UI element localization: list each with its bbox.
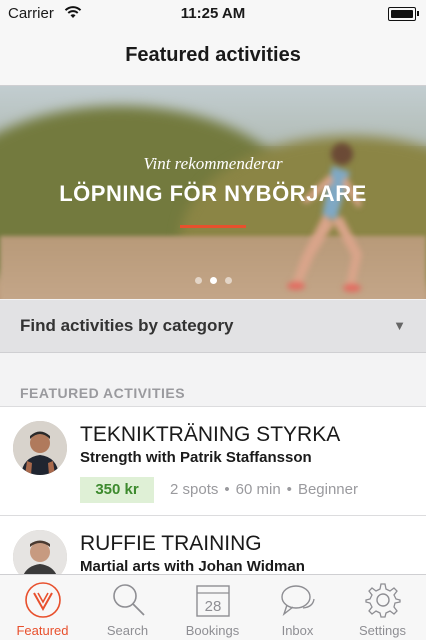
caret-down-icon: ▼: [393, 318, 406, 333]
activity-subtitle: Martial arts with Johan Widman: [80, 558, 305, 575]
navigation-bar: Featured activities: [0, 26, 426, 86]
hero-title: LÖPNING FÖR NYBÖRJARE: [59, 181, 367, 206]
category-label: Find activities by category: [20, 316, 234, 335]
tab-inbox[interactable]: Inbox: [255, 575, 340, 640]
hero-accent-bar: [180, 225, 246, 228]
spots-label: 2 spots: [170, 481, 219, 498]
activity-title: RUFFIE TRAINING: [80, 532, 262, 555]
tab-search[interactable]: Search: [85, 575, 170, 640]
page-title: Featured activities: [125, 44, 301, 66]
avatar: [13, 530, 67, 576]
battery-icon: [388, 7, 419, 21]
avatar: [13, 421, 67, 475]
tab-label: Bookings: [185, 623, 240, 638]
calendar-icon: 28: [196, 585, 230, 617]
tab-bookings[interactable]: 28 Bookings: [170, 575, 255, 640]
page-dot-active[interactable]: [209, 277, 217, 284]
tab-settings[interactable]: Settings: [340, 575, 425, 640]
hero-subtitle: Vint rekommenderar: [143, 154, 283, 173]
tab-featured[interactable]: Featured: [0, 575, 85, 640]
chat-bubbles-icon: [281, 585, 315, 616]
price-badge: 350 kr: [80, 477, 154, 503]
separator-dot: •: [286, 481, 292, 498]
tab-label: Settings: [359, 623, 406, 638]
gear-icon: [365, 583, 401, 618]
hero-banner[interactable]: Vint rekommenderar LÖPNING FÖR NYBÖRJARE: [0, 86, 426, 299]
vint-logo-icon: [25, 582, 61, 618]
search-icon: [113, 584, 145, 616]
status-bar: Carrier 11:25 AM: [0, 0, 426, 26]
tab-label: Inbox: [281, 623, 314, 638]
activity-card[interactable]: TEKNIKTRÄNING STYRKA Strength with Patri…: [0, 406, 426, 515]
duration-label: 60 min: [235, 481, 281, 498]
activity-subtitle: Strength with Patrik Staffansson: [80, 449, 312, 466]
page-dot[interactable]: [194, 277, 202, 284]
section-header: FEATURED ACTIVITIES: [20, 385, 186, 401]
tab-label: Search: [106, 623, 149, 638]
calendar-day: 28: [205, 598, 222, 615]
clock: 11:25 AM: [180, 5, 246, 22]
activity-title: TEKNIKTRÄNING STYRKA: [80, 423, 341, 446]
page-dot[interactable]: [224, 277, 232, 284]
activity-card[interactable]: RUFFIE TRAINING Martial arts with Johan …: [0, 515, 426, 576]
level-label: Beginner: [297, 481, 358, 498]
activity-meta: 2 spots • 60 min • Beginner: [170, 481, 358, 498]
tab-label: Featured: [16, 623, 69, 638]
page-indicator[interactable]: [0, 271, 426, 289]
separator-dot: •: [224, 481, 230, 498]
tab-bar: Featured Search 28 Bookings Inbox Settin…: [0, 574, 426, 640]
category-dropdown[interactable]: Find activities by category ▼: [0, 300, 426, 353]
